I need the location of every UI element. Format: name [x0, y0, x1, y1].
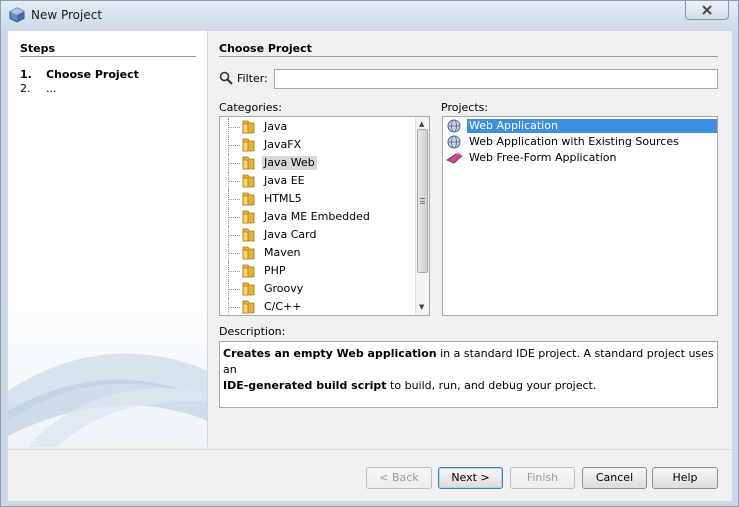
category-item[interactable]: HTML5: [220, 190, 416, 208]
folder-icon: [242, 156, 255, 170]
category-label: Java EE: [264, 174, 305, 187]
tree-line: [228, 217, 240, 218]
cancel-button[interactable]: Cancel: [582, 467, 647, 489]
close-button[interactable]: [685, 1, 729, 20]
netbeans-cube-icon: [9, 7, 25, 23]
finish-button[interactable]: Finish: [510, 467, 575, 489]
tree-line: [228, 289, 240, 290]
category-label: PHP: [264, 264, 286, 277]
projects-list[interactable]: Web Application Web Application with Exis…: [442, 116, 718, 316]
category-label: Groovy: [264, 282, 304, 295]
grip-icon: [420, 198, 425, 204]
globe-icon: [447, 135, 461, 149]
categories-label: Categories:: [219, 101, 282, 114]
step-label: ...: [46, 82, 57, 95]
folder-icon: [242, 210, 255, 224]
steps-title: Steps: [20, 42, 56, 55]
filter-label: Filter:: [237, 72, 268, 85]
project-item[interactable]: Web Free-Form Application: [443, 150, 717, 166]
dialog-body: Steps 1. Choose Project 2.... Choose Proj…: [8, 31, 732, 501]
folder-icon: [242, 192, 255, 206]
tree-line: [228, 253, 240, 254]
categories-tree[interactable]: C/C++ Groovy PHP Maven Java Card Java ME Embe…: [219, 116, 430, 316]
folder-icon: [242, 174, 255, 188]
category-label: Maven: [264, 246, 301, 259]
tree-line: [228, 199, 240, 200]
category-label: JavaFX: [264, 138, 302, 151]
categories-scrollbar[interactable]: ▲ ▼: [415, 117, 429, 315]
tree-line: [228, 181, 240, 182]
tree-line: [228, 127, 240, 128]
button-bar: < Back Next > Finish Cancel Help: [8, 449, 732, 501]
description-label: Description:: [219, 325, 286, 338]
folder-icon: [242, 264, 255, 278]
help-button[interactable]: Help: [652, 467, 718, 489]
step-number: 1.: [20, 68, 32, 81]
globe-icon: [447, 119, 461, 133]
project-label: Web Application: [467, 119, 717, 133]
window-title: New Project: [31, 8, 103, 22]
step-item-next: 2....: [20, 82, 57, 95]
project-label: Web Free-Form Application: [469, 151, 617, 164]
decorative-swoosh-graphic: [8, 353, 207, 447]
project-label: Web Application with Existing Sources: [469, 135, 679, 148]
category-item[interactable]: Java Card: [220, 226, 416, 244]
scroll-thumb[interactable]: [417, 129, 428, 273]
step-number: 2.: [20, 82, 31, 95]
description-text: Creates an empty Web application in a st…: [219, 341, 718, 408]
category-item[interactable]: JavaFX: [220, 136, 416, 154]
close-icon: [702, 5, 712, 15]
filter-input[interactable]: [274, 69, 718, 89]
tree-line: [228, 163, 240, 164]
tree-line: [228, 145, 240, 146]
search-icon: [219, 71, 233, 85]
project-item[interactable]: Web Application with Existing Sources: [443, 134, 717, 150]
category-item[interactable]: Java Web: [220, 154, 416, 172]
free-form-icon: [446, 152, 463, 164]
category-label: HTML5: [264, 192, 302, 205]
category-item[interactable]: Groovy: [220, 280, 416, 298]
description-bold-1: Creates an empty Web application: [223, 347, 437, 360]
back-button[interactable]: < Back: [366, 467, 432, 489]
tree-line: [228, 271, 240, 272]
folder-icon: [242, 120, 255, 134]
choose-project-panel: Choose Project Filter: Categories: Proje…: [219, 31, 729, 447]
folder-icon: [242, 246, 255, 260]
projects-label: Projects:: [441, 101, 489, 114]
category-item[interactable]: Java: [220, 118, 416, 136]
panel-title: Choose Project: [219, 42, 312, 55]
next-button[interactable]: Next >: [438, 467, 503, 489]
tree-line: [228, 235, 240, 236]
category-label: Java Web: [262, 156, 317, 170]
scroll-down-arrow-icon[interactable]: ▼: [419, 303, 424, 311]
category-item[interactable]: C/C++: [220, 298, 416, 315]
category-item[interactable]: Maven: [220, 244, 416, 262]
category-item[interactable]: Java EE: [220, 172, 416, 190]
panel-divider: [219, 56, 718, 57]
step-item-choose-project: 1. Choose Project: [20, 68, 139, 81]
scroll-up-arrow-icon[interactable]: ▲: [419, 120, 424, 128]
folder-icon: [242, 282, 255, 296]
category-label: C/C++: [264, 300, 302, 313]
project-item[interactable]: Web Application: [443, 118, 717, 134]
description-text-2: to build, run, and debug your project.: [386, 379, 597, 392]
folder-icon: [242, 300, 255, 314]
steps-panel: Steps 1. Choose Project 2....: [8, 31, 208, 447]
category-item[interactable]: PHP: [220, 262, 416, 280]
folder-icon: [242, 228, 255, 242]
steps-divider: [20, 56, 196, 57]
new-project-window: New Project Steps 1. Choose Project 2....: [0, 0, 739, 507]
category-label: Java Card: [264, 228, 317, 241]
description-bold-2: IDE-generated build script: [223, 379, 387, 392]
folder-icon: [242, 138, 255, 152]
category-label: Java ME Embedded: [264, 210, 370, 223]
category-item[interactable]: Java ME Embedded: [220, 208, 416, 226]
category-label: Java: [264, 120, 288, 133]
tree-line: [228, 307, 240, 308]
title-bar[interactable]: New Project: [1, 1, 738, 29]
step-label: Choose Project: [46, 68, 139, 81]
